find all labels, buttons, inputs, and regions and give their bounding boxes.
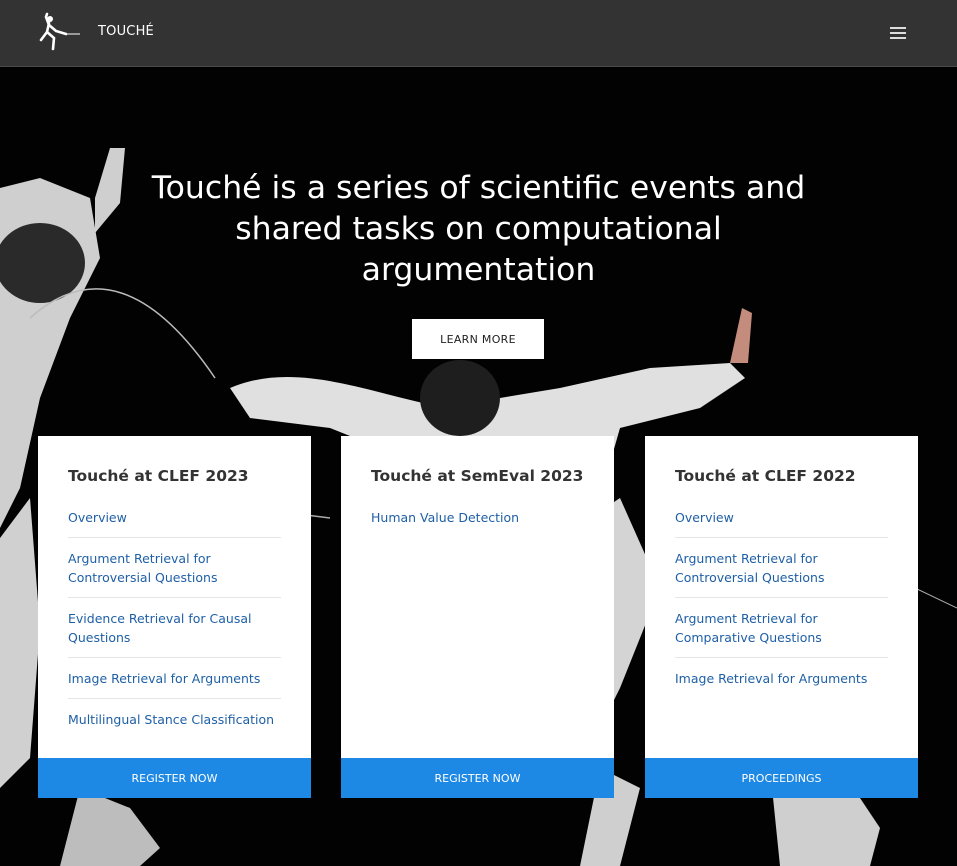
list-item: Human Value Detection [371,508,584,537]
card-link-list: Overview Argument Retrieval for Controve… [68,508,281,750]
card-title: Touché at SemEval 2023 [371,467,584,485]
link-evidence-retrieval-causal[interactable]: Evidence Retrieval for Causal Questions [68,609,281,647]
brand-name[interactable]: TOUCHÉ [98,24,154,39]
list-item: Argument Retrieval for Comparative Quest… [675,609,888,658]
list-item: Multilingual Stance Classification [68,710,281,739]
list-item: Overview [68,508,281,538]
list-item: Argument Retrieval for Controversial Que… [68,549,281,598]
hero-headline: Touché is a series of scientific events … [151,170,806,288]
card-title: Touché at CLEF 2023 [68,467,249,485]
link-argument-retrieval-comparative[interactable]: Argument Retrieval for Comparative Quest… [675,609,888,647]
list-item: Image Retrieval for Arguments [675,669,888,698]
card-link-list: Human Value Detection [371,508,584,548]
hamburger-menu-icon[interactable] [885,22,911,42]
link-overview[interactable]: Overview [675,508,888,527]
proceedings-button[interactable]: PROCEEDINGS [645,758,918,798]
card-semeval-2023: Touché at SemEval 2023 Human Value Detec… [341,436,614,798]
link-image-retrieval[interactable]: Image Retrieval for Arguments [675,669,888,688]
link-multilingual-stance[interactable]: Multilingual Stance Classification [68,710,281,729]
link-argument-retrieval-controversial[interactable]: Argument Retrieval for Controversial Que… [68,549,281,587]
card-clef-2023: Touché at CLEF 2023 Overview Argument Re… [38,436,311,798]
card-clef-2022: Touché at CLEF 2022 Overview Argument Re… [645,436,918,798]
card-link-list: Overview Argument Retrieval for Controve… [675,508,888,709]
register-now-button[interactable]: REGISTER NOW [38,758,311,798]
register-now-button[interactable]: REGISTER NOW [341,758,614,798]
list-item: Image Retrieval for Arguments [68,669,281,699]
top-navbar: TOUCHÉ [0,0,957,67]
link-argument-retrieval-controversial[interactable]: Argument Retrieval for Controversial Que… [675,549,888,587]
card-title: Touché at CLEF 2022 [675,467,856,485]
hero-section: Touché is a series of scientific events … [0,68,957,866]
link-overview[interactable]: Overview [68,508,281,527]
link-human-value-detection[interactable]: Human Value Detection [371,508,584,527]
learn-more-button[interactable]: LEARN MORE [412,319,544,359]
list-item: Overview [675,508,888,538]
link-image-retrieval[interactable]: Image Retrieval for Arguments [68,669,281,688]
fencer-logo-icon[interactable] [36,12,82,54]
list-item: Evidence Retrieval for Causal Questions [68,609,281,658]
list-item: Argument Retrieval for Controversial Que… [675,549,888,598]
